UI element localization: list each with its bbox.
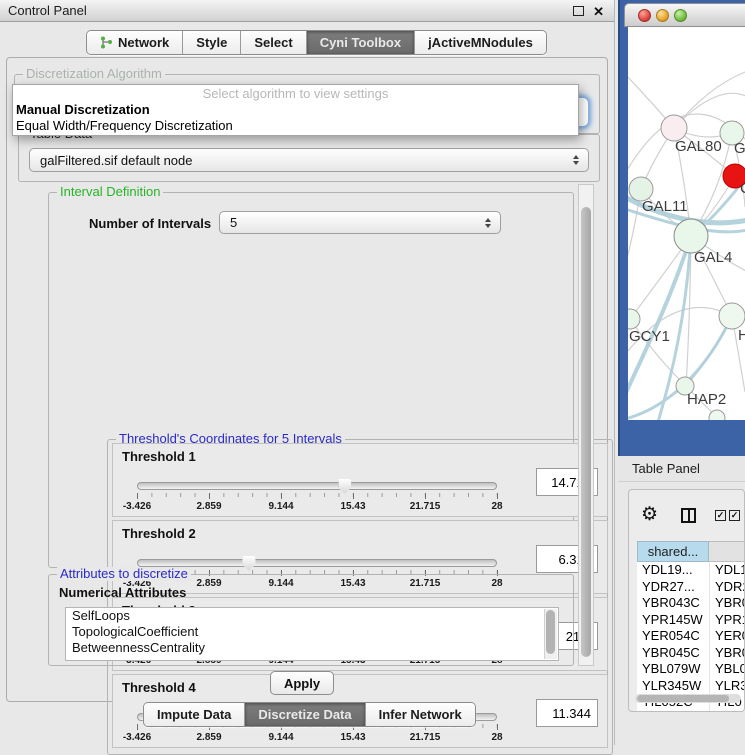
bottom-tab-strip: Impute Data Discretize Data Infer Networ… xyxy=(143,702,476,727)
node-h[interactable] xyxy=(719,303,745,329)
dropdown-option-equal-width[interactable]: Equal Width/Frequency Discretization xyxy=(13,118,578,134)
column-layout-icon[interactable] xyxy=(681,508,696,523)
table-horizontal-scrollbar[interactable] xyxy=(635,694,741,703)
slider-thumb[interactable] xyxy=(338,479,351,494)
algorithm-group-title: Discretization Algorithm xyxy=(23,67,165,81)
control-panel-window: Control Panel ✕ Network Style Select Cyn… xyxy=(0,0,615,745)
node-table: shared... na YDL19...YDL1 YDR27...YDR2 Y… xyxy=(637,541,745,711)
network-canvas[interactable]: GAL80 GA GAL11 C GAL4 GCY1 H HAP2 xyxy=(628,27,745,420)
tab-jactivemnodules[interactable]: jActiveMNodules xyxy=(415,31,546,54)
stepper-arrows-icon xyxy=(573,155,579,165)
interval-definition-group: Interval Definition Number of Intervals … xyxy=(48,192,574,568)
label-gal11: GAL11 xyxy=(642,198,688,215)
table-row[interactable]: YLR345WYLR3 xyxy=(637,678,745,695)
threshold-4-value-field[interactable]: 11.344 xyxy=(536,699,598,727)
tab-infer-network[interactable]: Infer Network xyxy=(366,703,475,726)
threshold-1-slider[interactable]: -3.426 2.859 9.144 15.43 21.715 28 xyxy=(137,482,497,513)
threshold-2-label: Threshold 2 xyxy=(122,526,196,541)
table-row[interactable]: YBL079WYBL0 xyxy=(637,661,745,678)
number-of-intervals-label: Number of Intervals xyxy=(89,216,211,231)
number-of-intervals-value: 5 xyxy=(230,215,237,230)
dropdown-placeholder-option[interactable]: Select algorithm to view settings xyxy=(13,85,578,102)
table-data-group: Table Data galFiltered.sif default node xyxy=(18,134,600,182)
table-panel: ⚙ ✓ ✓ shared... na YDL19...YDL1 YDR27...… xyxy=(628,489,745,712)
node-gal4[interactable] xyxy=(674,219,708,253)
list-item[interactable]: BetweennessCentrality xyxy=(66,640,558,656)
table-row[interactable]: YBR043CYBR0 xyxy=(637,595,745,612)
control-panel-titlebar[interactable]: Control Panel ✕ xyxy=(0,0,614,22)
numerical-attributes-list[interactable]: SelfLoops TopologicalCoefficient Between… xyxy=(65,607,559,661)
checkbox-icon[interactable]: ✓ xyxy=(715,510,726,521)
mac-close-icon[interactable] xyxy=(638,9,651,22)
tab-cyni-toolbox[interactable]: Cyni Toolbox xyxy=(307,31,415,54)
screen: Control Panel ✕ Network Style Select Cyn… xyxy=(0,0,745,745)
float-window-icon[interactable] xyxy=(573,6,584,16)
column-header-shared-name[interactable]: shared... xyxy=(637,541,709,562)
apply-button[interactable]: Apply xyxy=(270,671,334,695)
top-tab-strip: Network Style Select Cyni Toolbox jActiv… xyxy=(86,30,547,55)
slider-thumb[interactable] xyxy=(242,556,255,571)
scrollbar-thumb[interactable] xyxy=(637,695,729,702)
table-panel-titlebar[interactable]: Table Panel xyxy=(618,456,745,482)
table-header-row: shared... na xyxy=(637,541,745,562)
list-item[interactable]: SelfLoops xyxy=(66,608,558,624)
label-h: H xyxy=(738,327,745,344)
attributes-group: Attributes to discretize Numerical Attri… xyxy=(48,574,574,666)
checkbox-icon[interactable]: ✓ xyxy=(729,510,740,521)
tab-discretize-data[interactable]: Discretize Data xyxy=(245,703,365,726)
label-ga: GA xyxy=(734,140,745,157)
threshold-panel-1: Threshold 1 -3.426 2.859 9.144 15.43 21.… xyxy=(112,443,608,517)
gear-icon[interactable]: ⚙ xyxy=(641,505,658,524)
number-of-intervals-combobox[interactable]: 5 xyxy=(219,211,501,234)
tab-network[interactable]: Network xyxy=(87,31,183,54)
tab-select[interactable]: Select xyxy=(241,31,306,54)
slider-track[interactable] xyxy=(137,482,497,490)
algorithm-dropdown-popup: Select algorithm to view settings Manual… xyxy=(12,84,579,136)
column-header-name[interactable]: na xyxy=(709,541,745,562)
slider-track[interactable] xyxy=(137,559,497,567)
label-hap2: HAP2 xyxy=(687,391,726,408)
network-window-titlebar[interactable] xyxy=(624,3,745,27)
threshold-1-label: Threshold 1 xyxy=(122,449,196,464)
interval-definition-title: Interval Definition xyxy=(57,185,163,199)
label-gal4: GAL4 xyxy=(694,249,732,266)
label-gcy1: GCY1 xyxy=(629,328,670,345)
table-body: YDL19...YDL1 YDR27...YDR2 YBR043CYBR0 YP… xyxy=(637,562,745,711)
label-gal80: GAL80 xyxy=(675,138,722,155)
slider-ticks: -3.426 2.859 9.144 15.43 21.715 28 xyxy=(137,724,497,744)
dropdown-option-manual[interactable]: Manual Discretization xyxy=(13,102,578,118)
tab-style[interactable]: Style xyxy=(183,31,241,54)
numerical-attributes-label: Numerical Attributes xyxy=(59,585,186,600)
node-gcy1[interactable] xyxy=(628,309,640,329)
table-row[interactable]: YPR145WYPR1 xyxy=(637,612,745,629)
network-icon xyxy=(100,36,113,49)
table-panel-title: Table Panel xyxy=(632,461,700,476)
tab-impute-data[interactable]: Impute Data xyxy=(144,703,245,726)
tab-network-label: Network xyxy=(118,35,169,50)
list-item[interactable]: TopologicalCoefficient xyxy=(66,624,558,640)
table-data-combobox[interactable]: galFiltered.sif default node xyxy=(29,148,589,172)
threshold-4-label: Threshold 4 xyxy=(122,680,196,695)
attributes-group-title: Attributes to discretize xyxy=(57,567,191,581)
slider-ticks: -3.426 2.859 9.144 15.43 21.715 28 xyxy=(137,493,497,513)
stepper-arrows-icon xyxy=(485,218,491,228)
mac-zoom-icon[interactable] xyxy=(674,9,687,22)
mac-minimize-icon[interactable] xyxy=(656,9,669,22)
table-row[interactable]: YDR27...YDR2 xyxy=(637,579,745,596)
label-c: C xyxy=(740,180,745,197)
panel-scrollbar[interactable] xyxy=(578,184,594,666)
close-icon[interactable]: ✕ xyxy=(593,5,604,18)
table-row[interactable]: YER054CYER0 xyxy=(637,628,745,645)
table-row[interactable]: YDL19...YDL1 xyxy=(637,562,745,579)
table-data-value: galFiltered.sif default node xyxy=(40,153,192,168)
scrollbar-thumb[interactable] xyxy=(581,207,591,657)
control-panel-title: Control Panel xyxy=(8,3,87,18)
table-row[interactable]: YBR045CYBR0 xyxy=(637,645,745,662)
list-scrollbar[interactable] xyxy=(544,609,557,659)
